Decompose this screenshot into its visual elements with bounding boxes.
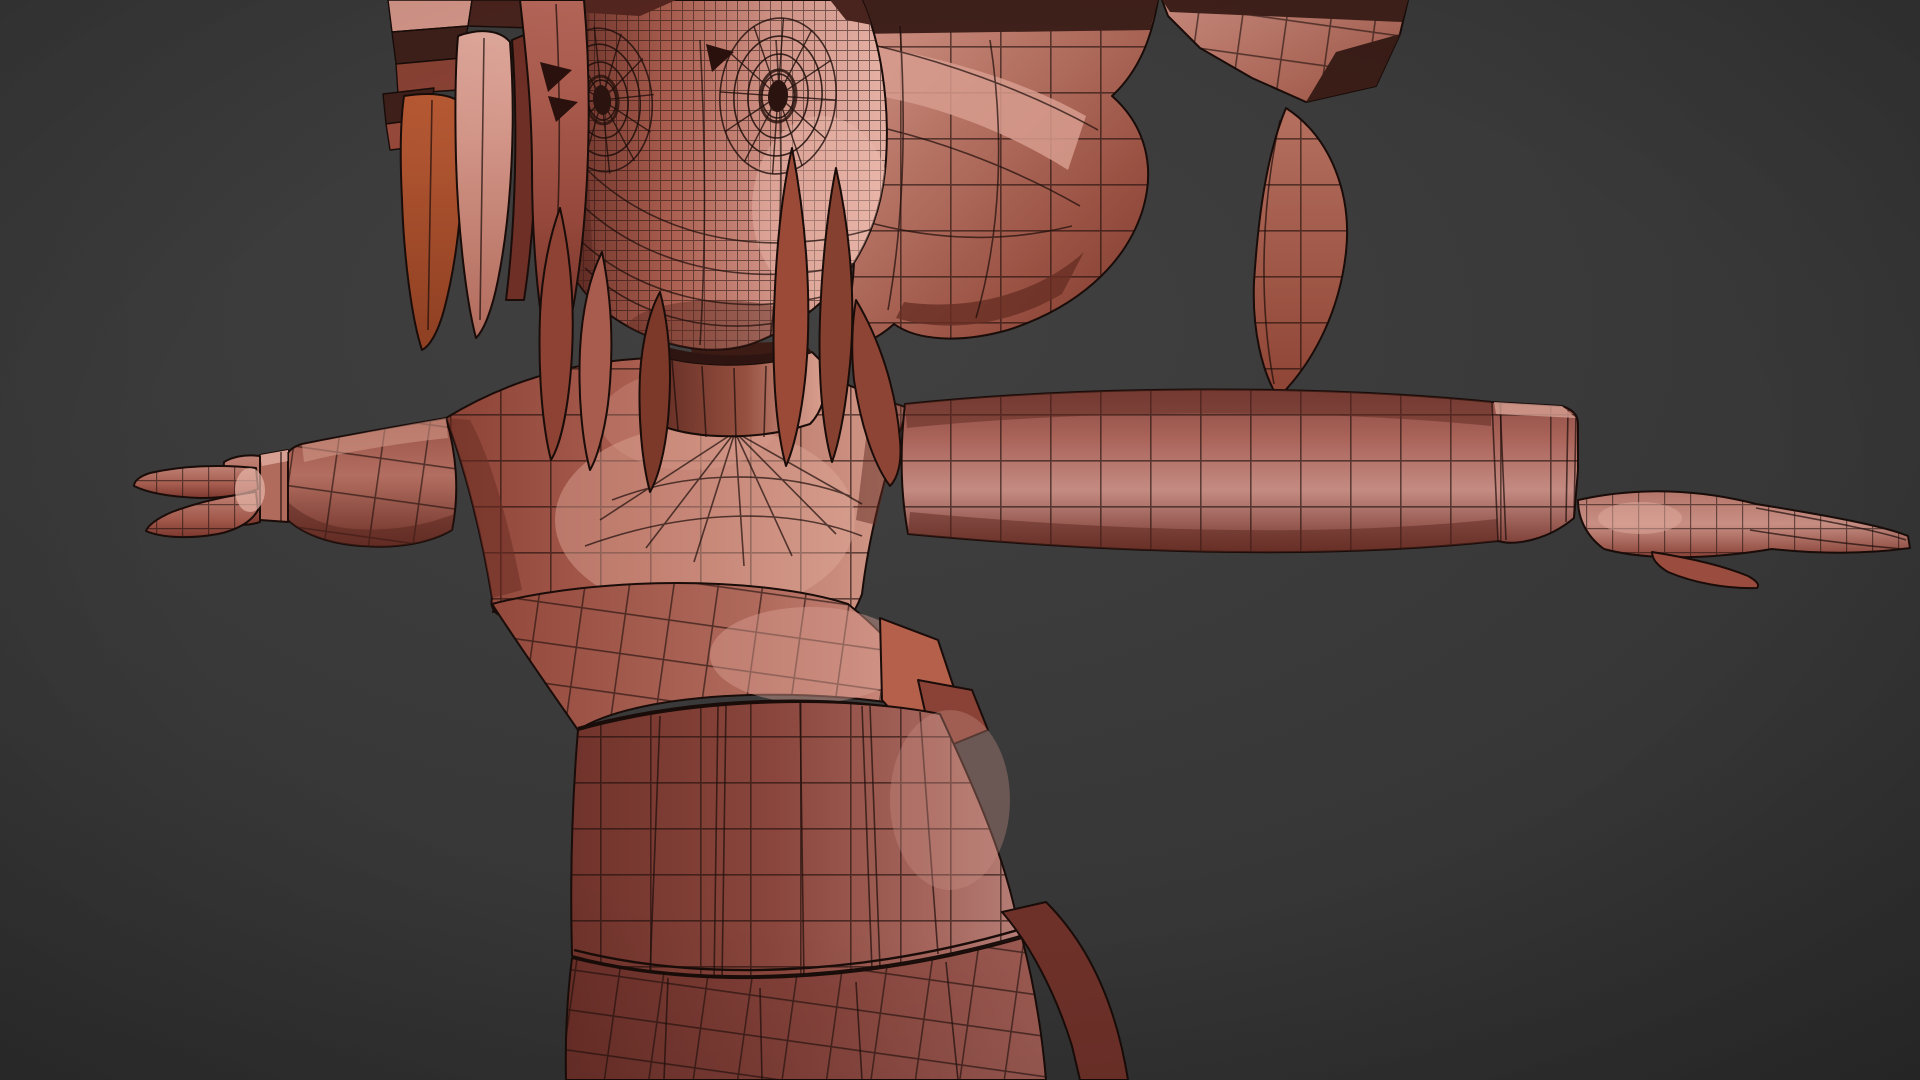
viewport-vignette <box>0 0 1920 1080</box>
viewport[interactable] <box>0 0 1920 1080</box>
